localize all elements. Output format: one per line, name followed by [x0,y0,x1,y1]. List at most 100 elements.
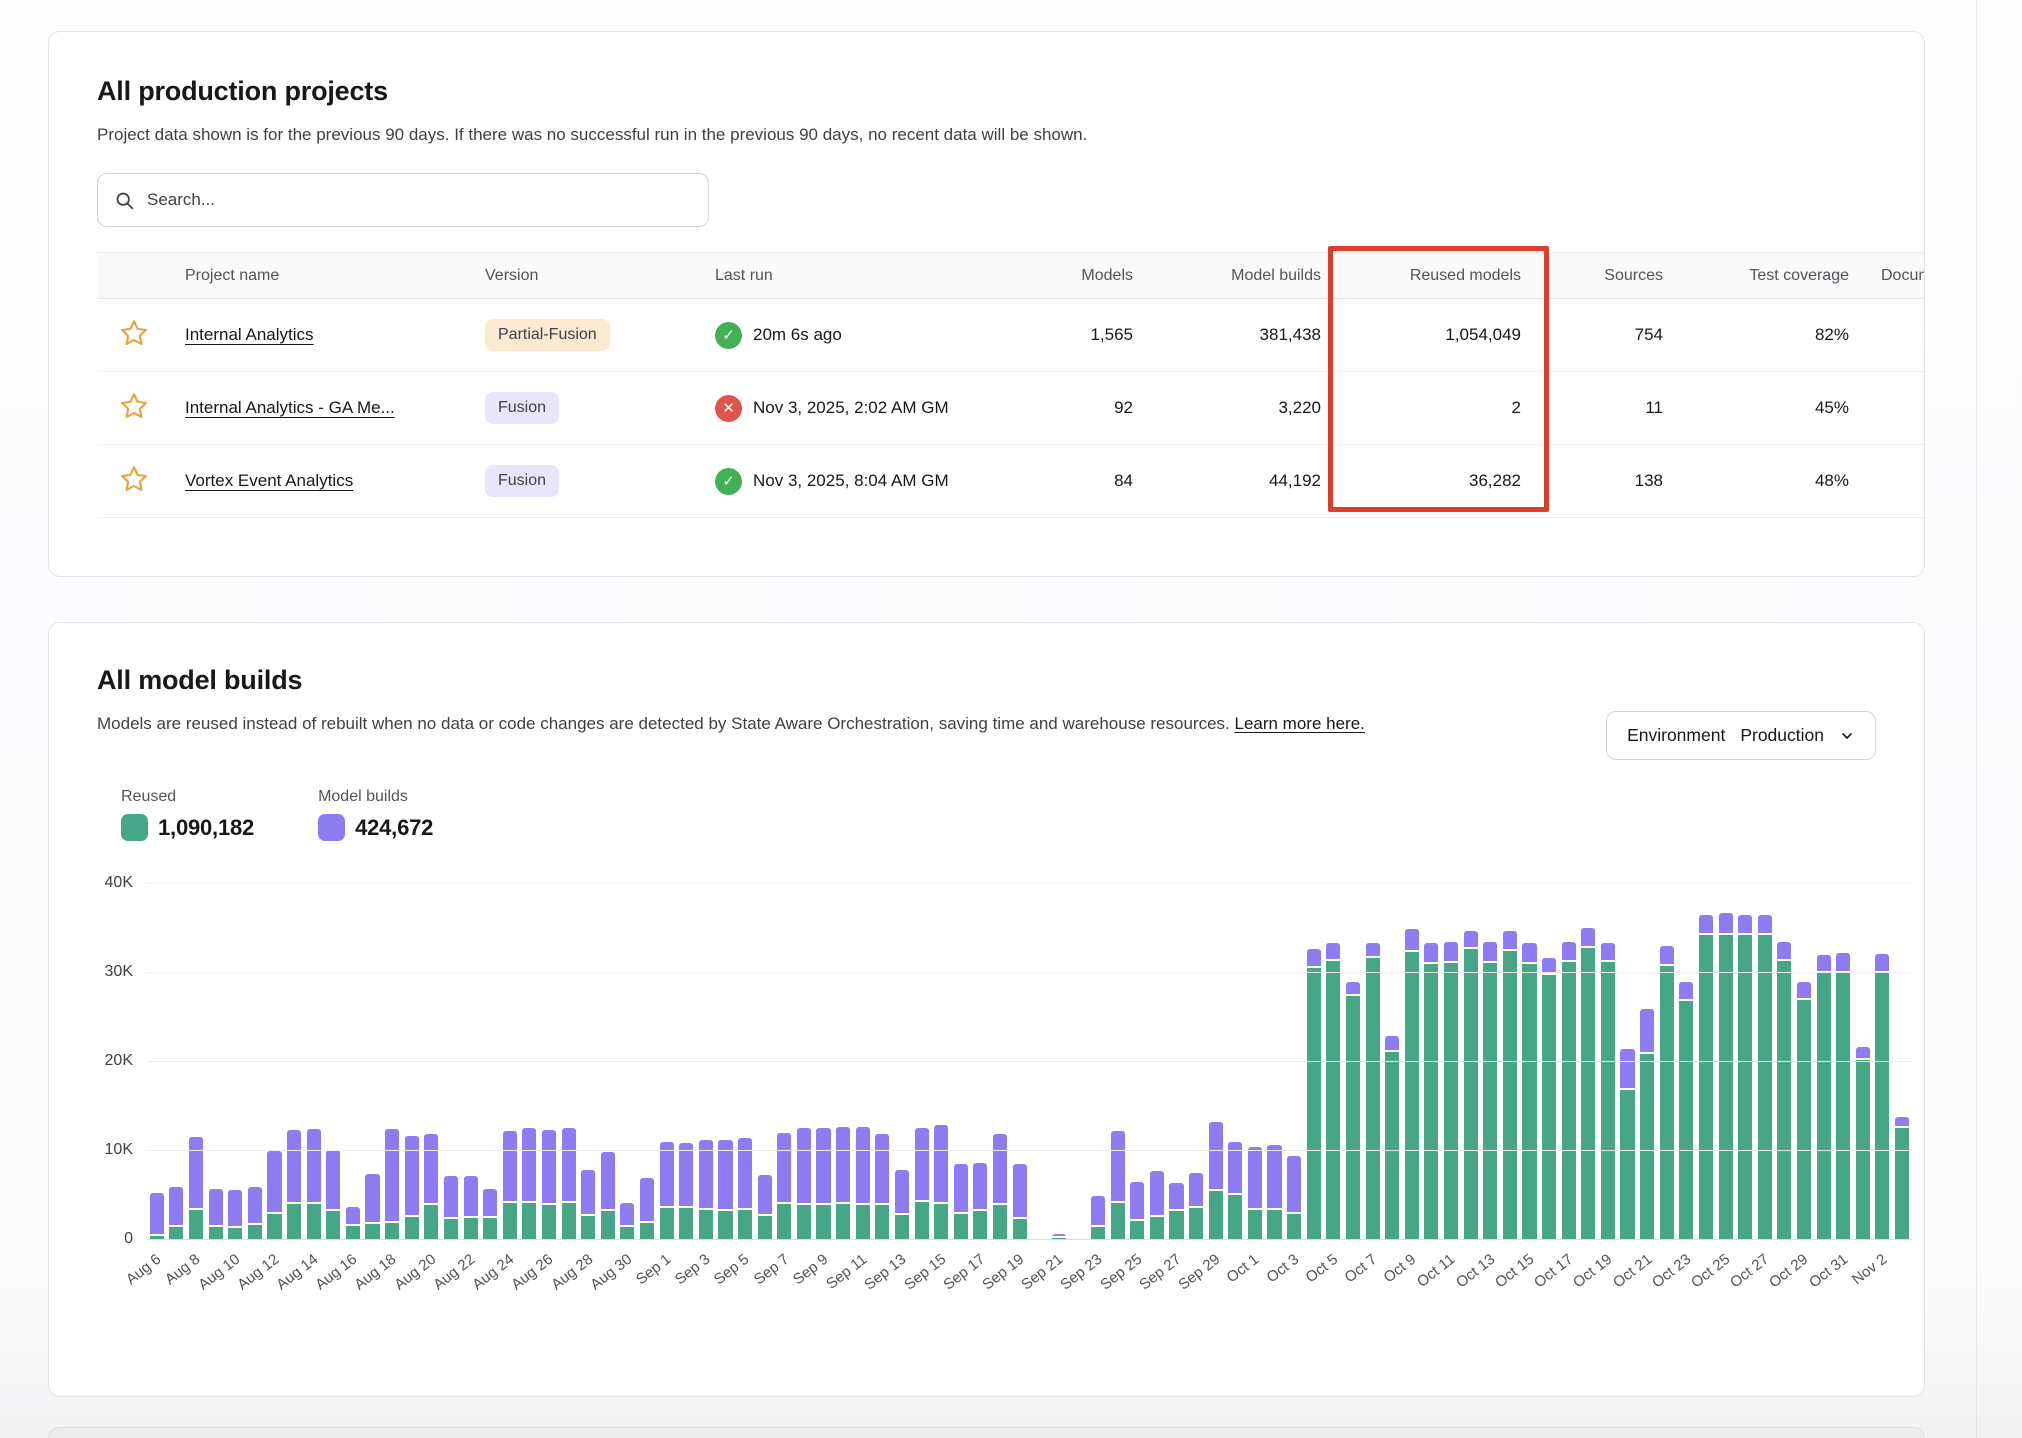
reused-segment [562,1203,576,1239]
x-tick-label: Sep 1 [633,1251,674,1289]
model-builds-segment [405,1136,419,1217]
reused-segment [1326,961,1340,1239]
reused-segment [1267,1210,1281,1239]
model-builds-segment [1091,1196,1105,1226]
x-tick-label: Oct 5 [1302,1251,1341,1286]
project-name-link[interactable]: Internal Analytics [185,325,314,344]
model-builds-segment [267,1151,281,1214]
reused-segment [444,1219,458,1239]
model-builds-segment [1169,1183,1183,1211]
model-builds-segment [1817,955,1831,973]
reused-segment [1836,973,1850,1239]
reused-segment [620,1227,634,1239]
model-builds-segment [1444,942,1458,964]
reused-segment [1189,1208,1203,1239]
projects-table: Project name Version Last run Models Mod… [97,252,1925,518]
model-builds-segment [1660,946,1674,966]
x-tick-label: Aug 6 [123,1251,164,1289]
model-builds-segment [346,1207,360,1226]
gridline [147,883,1912,884]
reused-segment [1444,963,1458,1239]
model-builds-segment [1856,1047,1870,1060]
reused-segment [1601,962,1615,1239]
success-check-icon: ✓ [715,322,742,349]
model-builds-segment [1679,982,1693,1002]
model-builds-segment [1424,943,1438,964]
chart-legend: Reused 1,090,182 Model builds 424,672 [121,788,1876,841]
col-models: Models [1029,253,1149,299]
y-tick-label: 40K [105,874,133,892]
reused-models-value: 36,282 [1337,445,1537,518]
reused-segment [209,1227,223,1239]
model-builds-segment [679,1143,693,1208]
star-icon[interactable] [119,391,149,421]
reused-segment [1699,935,1713,1239]
reused-segment [287,1204,301,1239]
star-icon[interactable] [119,318,149,348]
reused-segment [1503,951,1517,1239]
project-search[interactable] [97,173,709,227]
reused-segment [1738,935,1752,1239]
x-tick-label: Sep 11 [823,1251,870,1293]
reused-segment [1895,1128,1909,1239]
reused-segment [1620,1090,1634,1239]
col-version: Version [469,253,699,299]
search-input[interactable] [147,190,692,210]
model-builds-segment [1366,943,1380,957]
x-tick-label: Oct 17 [1531,1251,1576,1292]
reused-segment [1424,964,1438,1239]
model-builds-segment [758,1175,772,1216]
model-builds-segment [1875,954,1889,973]
model-builds-segment [581,1170,595,1216]
documentation-value [1865,445,1925,518]
model-builds-segment [1699,915,1713,935]
sources-value: 754 [1537,299,1679,372]
learn-more-link[interactable]: Learn more here. [1234,714,1364,733]
reused-segment [1111,1203,1125,1239]
reused-segment [679,1208,693,1239]
reused-segment [816,1205,830,1239]
model-builds-segment [248,1187,262,1225]
x-tick-label: Sep 15 [901,1251,949,1294]
reused-segment [758,1216,772,1239]
reused-segment [464,1218,478,1239]
gridline [147,1061,1912,1062]
x-tick-label: Sep 23 [1058,1251,1106,1294]
models-value: 84 [1029,445,1149,518]
project-name-link[interactable]: Internal Analytics - GA Me... [185,398,395,417]
search-icon [114,190,135,211]
model-builds-segment [385,1129,399,1223]
environment-dropdown[interactable]: Environment Production [1606,711,1876,760]
col-reused-models: Reused models [1337,253,1537,299]
model-builds-segment [895,1170,909,1215]
model-builds-segment [738,1138,752,1209]
reused-segment [915,1202,929,1239]
reused-segment [640,1223,654,1239]
reused-segment [1581,948,1595,1239]
reused-segment [1758,935,1772,1239]
x-tick-label: Sep 13 [862,1251,910,1294]
col-sources: Sources [1537,253,1679,299]
model-builds-segment [1620,1049,1634,1090]
model-builds-segment [1797,982,1811,1001]
documentation-value [1865,372,1925,445]
reused-segment [365,1224,379,1239]
test-coverage-value: 48% [1679,445,1865,518]
model-builds-segment [1287,1156,1301,1214]
projects-card-subtitle: Project data shown is for the previous 9… [97,125,1924,145]
model-builds-segment [620,1203,634,1227]
model-builds-segment [1719,913,1733,935]
model-builds-segment [816,1128,830,1204]
x-tick-label: Sep 29 [1175,1251,1223,1294]
model-builds-segment [365,1174,379,1224]
project-name-link[interactable]: Vortex Event Analytics [185,471,353,490]
reused-segment [581,1216,595,1239]
reused-segment [1209,1191,1223,1239]
model-builds-segment [777,1133,791,1204]
model-builds-value: 381,438 [1149,299,1337,372]
star-icon[interactable] [119,464,149,494]
y-tick-label: 10K [105,1141,133,1159]
version-badge: Fusion [485,392,559,424]
model-builds-segment [1522,943,1536,964]
reused-segment [856,1205,870,1239]
